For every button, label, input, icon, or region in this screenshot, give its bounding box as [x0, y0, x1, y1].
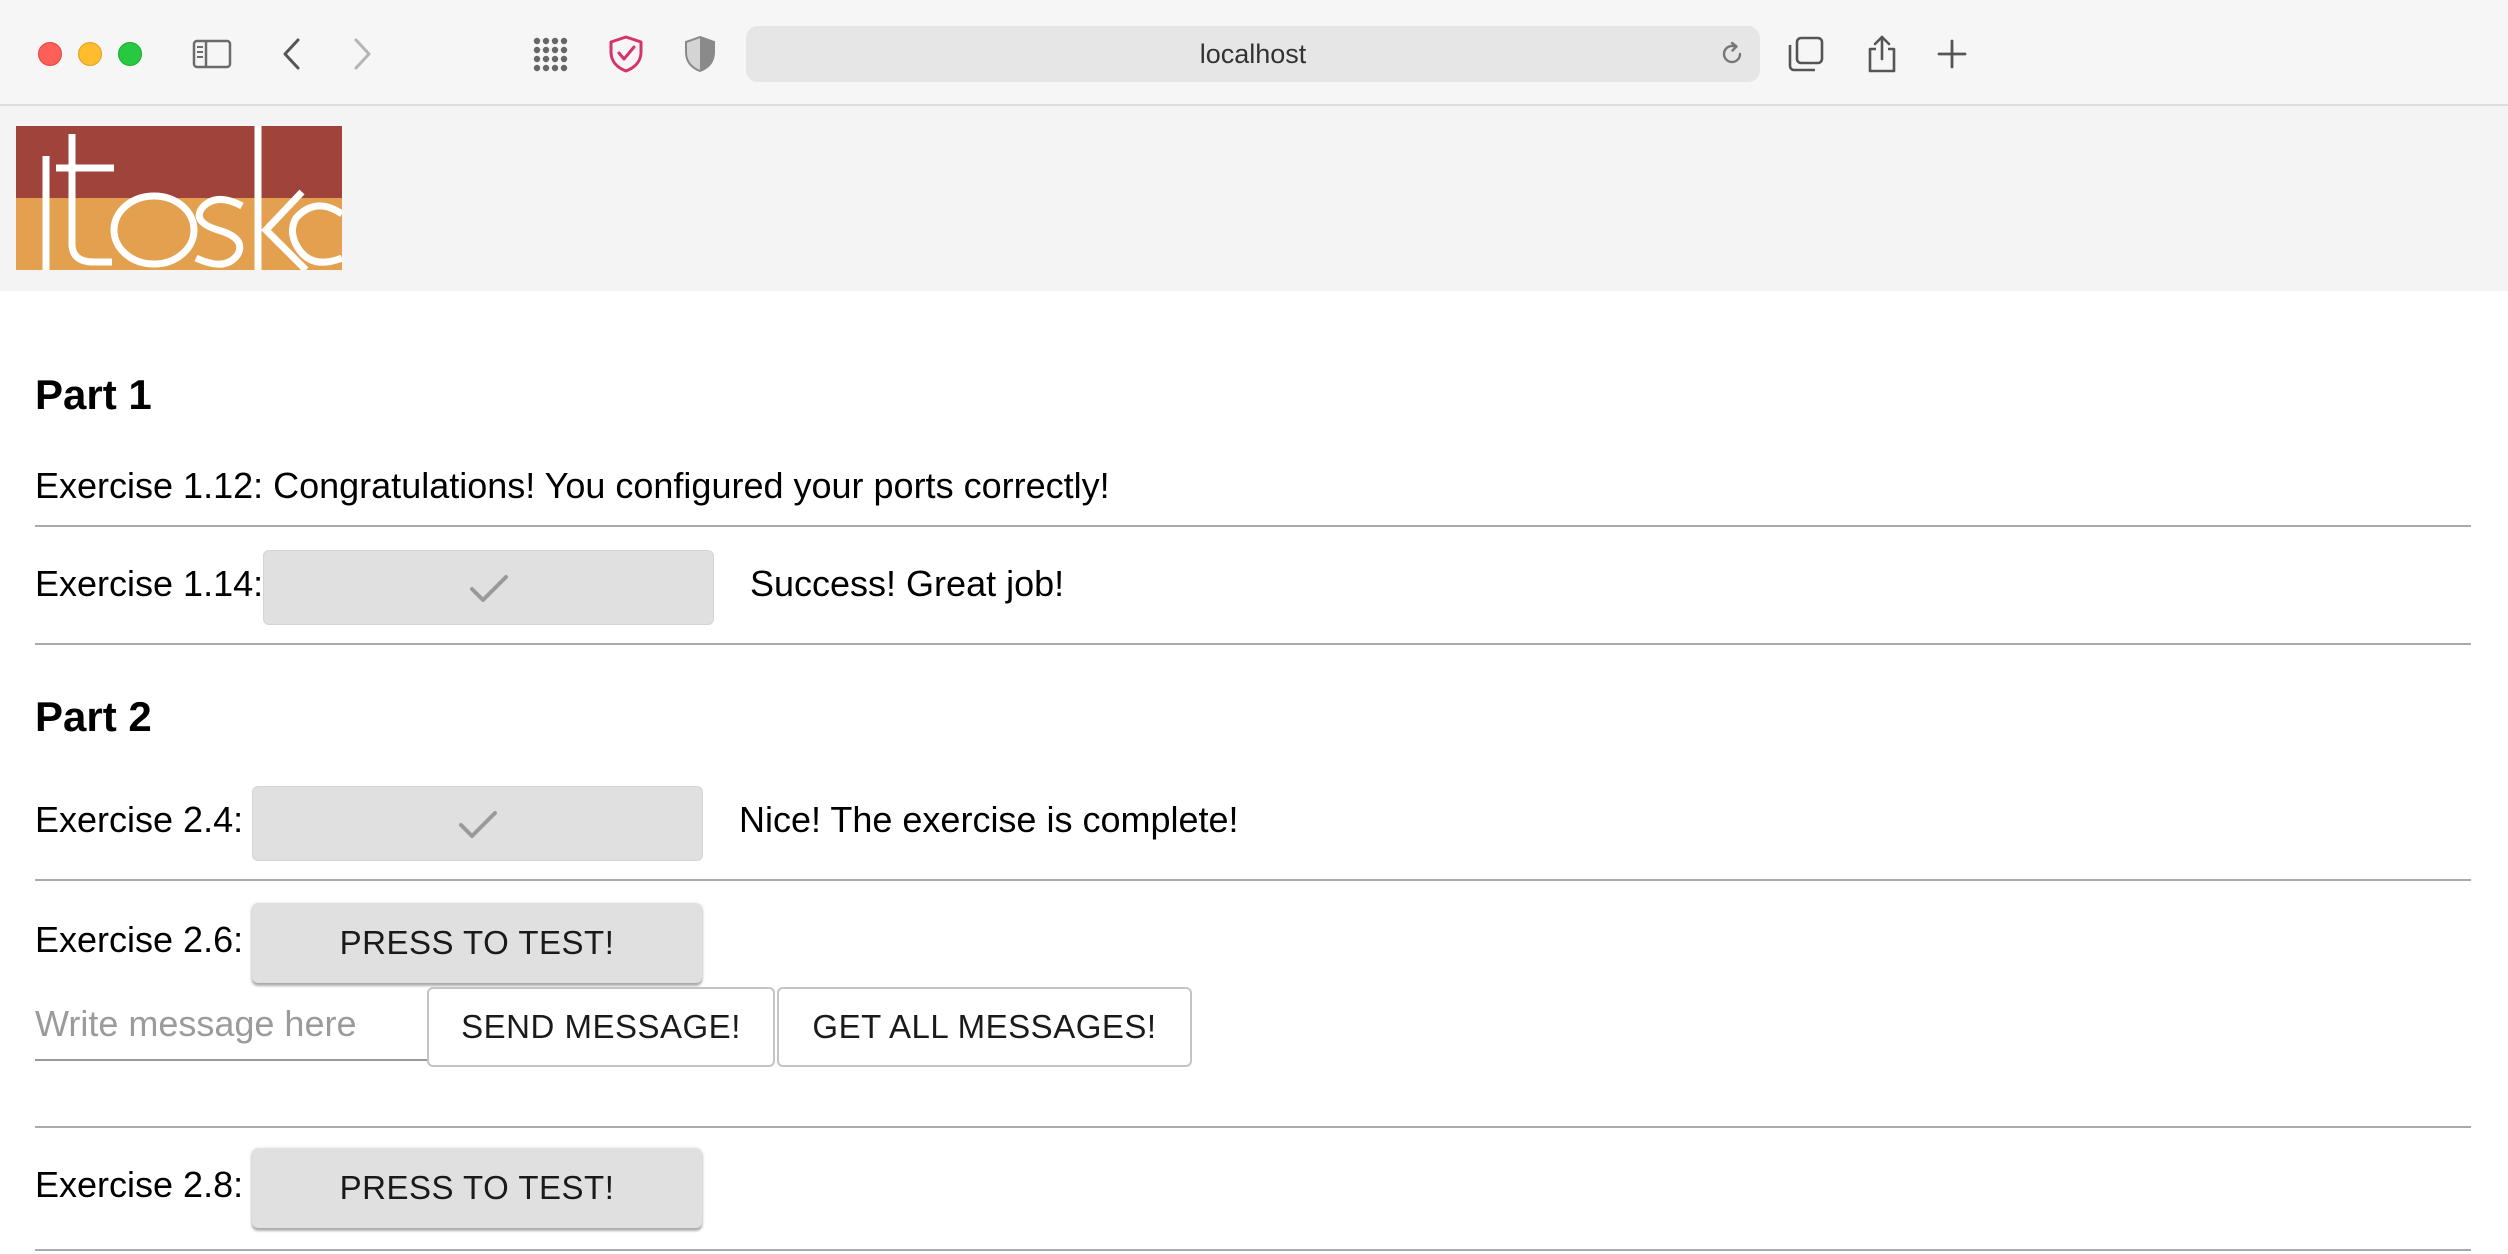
shield-check-extension-icon[interactable] [602, 30, 650, 78]
exercise-2-8-label: Exercise 2.8: [35, 1164, 244, 1205]
exercise-1-14-status: Success! Great job! [750, 563, 1065, 604]
page-header [0, 106, 2508, 291]
exercise-2-4-done-button [252, 786, 703, 861]
exercise-2-4-label: Exercise 2.4: [35, 799, 244, 840]
message-input[interactable] [35, 989, 428, 1061]
part-1-heading: Part 1 [35, 371, 152, 418]
exercise-2-8-test-button[interactable]: PRESS TO TEST! [252, 1148, 702, 1228]
send-message-button[interactable]: SEND MESSAGE! [427, 987, 775, 1067]
divider [35, 1126, 2471, 1128]
share-icon[interactable] [1858, 30, 1906, 78]
back-chevron-icon[interactable] [268, 30, 316, 78]
checkmark-icon [458, 810, 497, 838]
tab-overview-grid-icon[interactable] [526, 30, 574, 78]
browser-toolbar: localhost [0, 0, 2508, 106]
url-text: localhost [1199, 39, 1307, 69]
exercise-2-4-status: Nice! The exercise is complete! [739, 799, 1239, 840]
forward-chevron-icon[interactable] [338, 30, 386, 78]
tabs-icon[interactable] [1782, 30, 1830, 78]
privacy-shield-icon[interactable] [676, 30, 724, 78]
address-bar[interactable]: localhost [746, 26, 1760, 82]
exercise-1-14-label: Exercise 1.14: [35, 563, 264, 604]
divider [35, 879, 2471, 881]
exercise-2-6-label: Exercise 2.6: [35, 919, 244, 960]
reload-icon[interactable] [1718, 40, 1746, 68]
itoska-logo [16, 126, 342, 270]
exercise-1-14-done-button [263, 550, 714, 625]
divider [35, 643, 2471, 645]
close-window-button[interactable] [38, 42, 62, 66]
divider [35, 525, 2471, 527]
exercise-2-6-test-button[interactable]: PRESS TO TEST! [252, 903, 702, 983]
zoom-window-button[interactable] [118, 42, 142, 66]
checkmark-icon [469, 574, 508, 602]
divider [35, 1249, 2471, 1251]
exercise-1-12-text: Exercise 1.12: Congratulations! You conf… [35, 465, 1110, 506]
get-all-messages-button[interactable]: GET ALL MESSAGES! [777, 987, 1192, 1067]
minimize-window-button[interactable] [78, 42, 102, 66]
new-tab-plus-icon[interactable] [1928, 30, 1976, 78]
sidebar-toggle-icon[interactable] [188, 30, 236, 78]
part-2-heading: Part 2 [35, 693, 152, 740]
